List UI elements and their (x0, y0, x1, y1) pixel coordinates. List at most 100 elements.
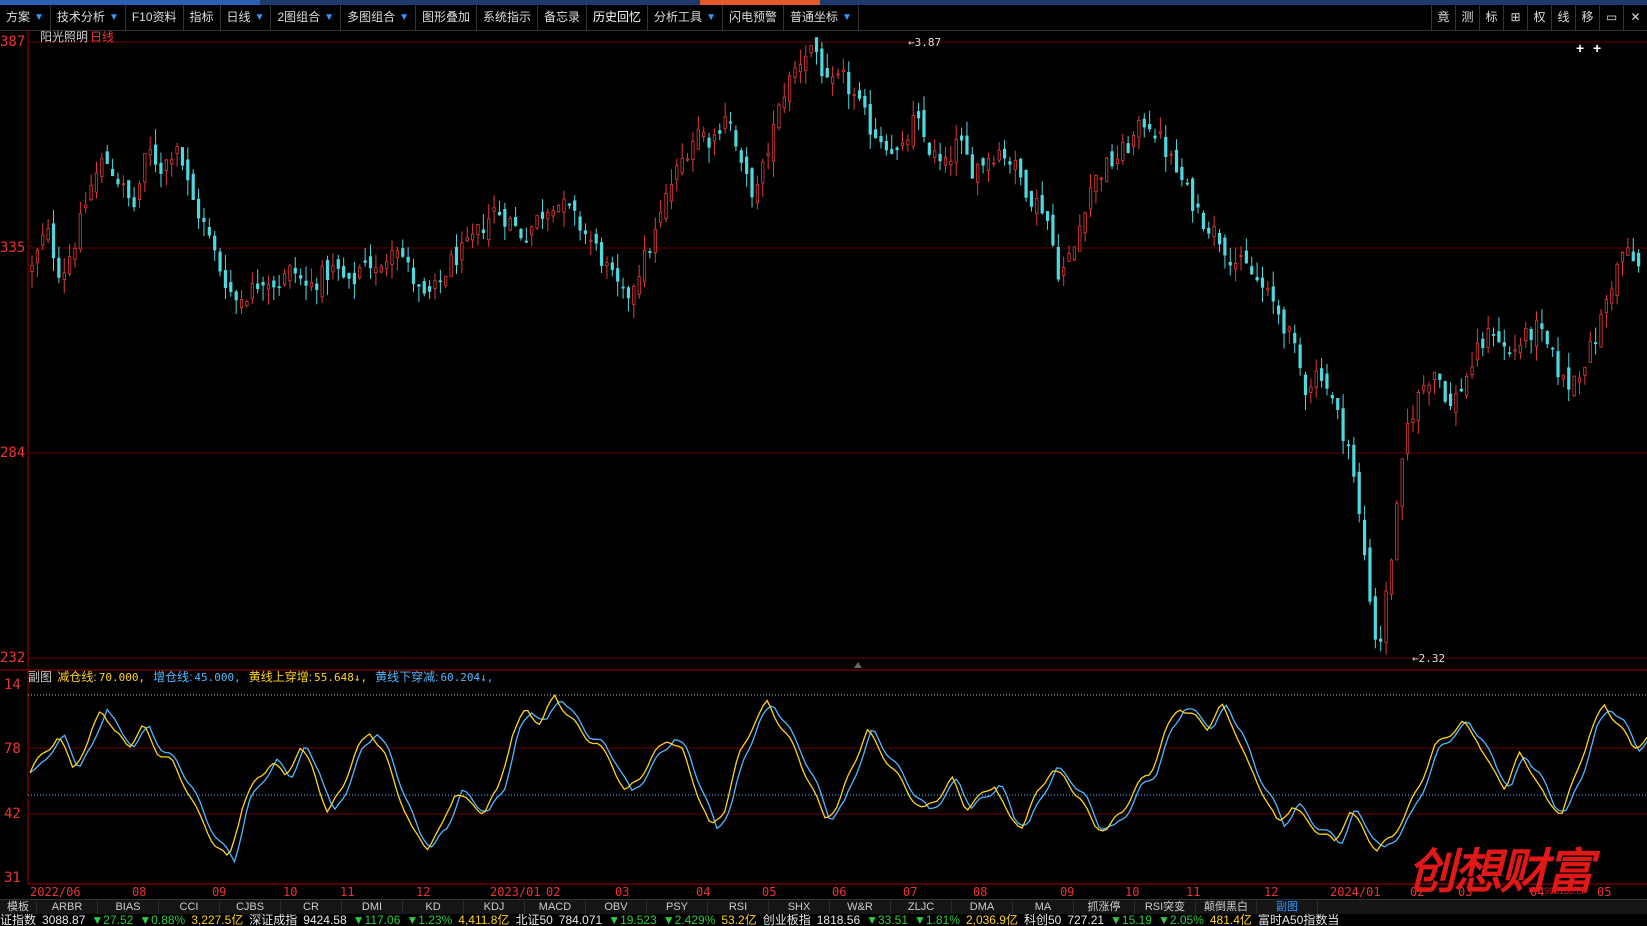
indicator-tab[interactable]: W&R (830, 900, 891, 915)
indicator-tab[interactable]: DMI (342, 900, 403, 915)
candle (266, 275, 271, 305)
candle (1325, 363, 1329, 396)
indicator-tab[interactable]: ARBR (37, 900, 98, 915)
candle-body (1266, 287, 1270, 291)
ticker-item: 2,036.9亿 (965, 914, 1018, 926)
candle (508, 216, 512, 232)
indicator-tab[interactable]: 副图 (1257, 900, 1318, 915)
candle (471, 223, 475, 248)
candle-body (1314, 370, 1318, 388)
candle-body (610, 262, 614, 270)
candle-body (637, 276, 641, 295)
month-label: 10 (1125, 885, 1140, 899)
candle (659, 199, 663, 228)
indicator-tab[interactable]: PSY (647, 900, 708, 915)
candle (1389, 558, 1394, 601)
indicator-tab[interactable]: 抓涨停 (1074, 900, 1135, 915)
candle-body (1561, 374, 1565, 380)
candle-body (1083, 212, 1087, 234)
candle (1631, 237, 1635, 262)
candle (997, 142, 1001, 163)
candle-body (385, 261, 389, 269)
indicator-tab[interactable]: 颠倒黑白 (1196, 900, 1257, 915)
ticker-item: ▼2.429% (662, 914, 716, 926)
candle-body (1588, 340, 1592, 363)
indicator-tab[interactable]: KD (403, 900, 464, 915)
indicator-tab[interactable]: MA (1013, 900, 1074, 915)
ticker-item: ▼27.52 (91, 914, 134, 926)
candle-body (1099, 177, 1103, 180)
candle (933, 139, 937, 164)
candle-body (809, 44, 813, 54)
add-icon[interactable]: + (1576, 40, 1584, 56)
candle-body (1024, 169, 1028, 198)
candle-body (1448, 393, 1453, 407)
candle-body (1174, 149, 1179, 173)
candle-body (111, 169, 115, 177)
candle (1287, 325, 1291, 345)
indicator-tab[interactable]: 模板 (0, 900, 37, 915)
candle-body (1615, 263, 1619, 296)
candle-body (428, 286, 432, 292)
candle-body (250, 283, 254, 299)
legend-key: 黄线下穿减: (375, 670, 439, 684)
candle-body (599, 242, 604, 266)
candle (1577, 371, 1582, 395)
candle-body (1567, 367, 1571, 390)
candle (1228, 248, 1232, 276)
month-label: 2024/01 (1330, 885, 1381, 899)
indicator-tab[interactable]: CCI (159, 900, 220, 915)
indicator-tab[interactable]: KDJ (464, 900, 525, 915)
candle-body (1148, 124, 1152, 130)
candle (336, 254, 340, 281)
candle-body (530, 226, 534, 236)
indicator-tab[interactable]: CR (281, 900, 342, 915)
panel-resize-handle[interactable] (854, 662, 862, 668)
candle (213, 230, 217, 261)
candle-body (352, 272, 357, 285)
candle-body (1368, 547, 1372, 602)
candle (825, 53, 829, 78)
indicator-tab[interactable]: ZLJC (891, 900, 952, 915)
candle (1352, 436, 1356, 483)
candle-body (503, 208, 507, 227)
indicator-tab[interactable]: RSI (708, 900, 769, 915)
candle (546, 208, 550, 232)
indicator-tab[interactable]: DMA (952, 900, 1013, 915)
candle (734, 125, 738, 152)
indicator-tab[interactable]: SHX (769, 900, 830, 915)
candle-body (438, 280, 442, 283)
candle (1481, 332, 1485, 357)
candle (51, 209, 56, 272)
indicator-tab[interactable]: MACD (525, 900, 586, 915)
indicator-tab[interactable]: BIAS (98, 900, 159, 915)
candle-body (594, 233, 598, 244)
ticker-item: 53.2亿 (721, 914, 757, 926)
indicator-tab[interactable]: CJBS (220, 900, 281, 915)
candle-body (277, 286, 281, 288)
candle-body (992, 162, 996, 165)
candle-body (288, 265, 292, 282)
indicator-tab[interactable]: RSI突变 (1135, 900, 1196, 915)
candle-body (465, 237, 469, 241)
indicator-tab[interactable]: OBV (586, 900, 647, 915)
candle (374, 254, 378, 286)
candle-body (863, 95, 867, 108)
stock-chart-canvas[interactable]: ←3.87 ←2.32 (0, 0, 1647, 926)
candle (186, 147, 190, 196)
candle-body (454, 246, 459, 265)
month-label: 12 (416, 885, 431, 899)
candle (503, 202, 507, 241)
candle-body (1352, 444, 1356, 477)
candle (1164, 125, 1168, 172)
candle (1588, 331, 1592, 363)
legend-key: 减仓线: (57, 670, 97, 684)
candle (1191, 176, 1195, 223)
candle (148, 136, 152, 166)
add-icon[interactable]: + (1593, 40, 1601, 56)
candle-body (1599, 313, 1603, 348)
candle-body (417, 284, 421, 287)
candle (745, 147, 749, 187)
candle (454, 234, 459, 274)
candle (567, 202, 571, 209)
